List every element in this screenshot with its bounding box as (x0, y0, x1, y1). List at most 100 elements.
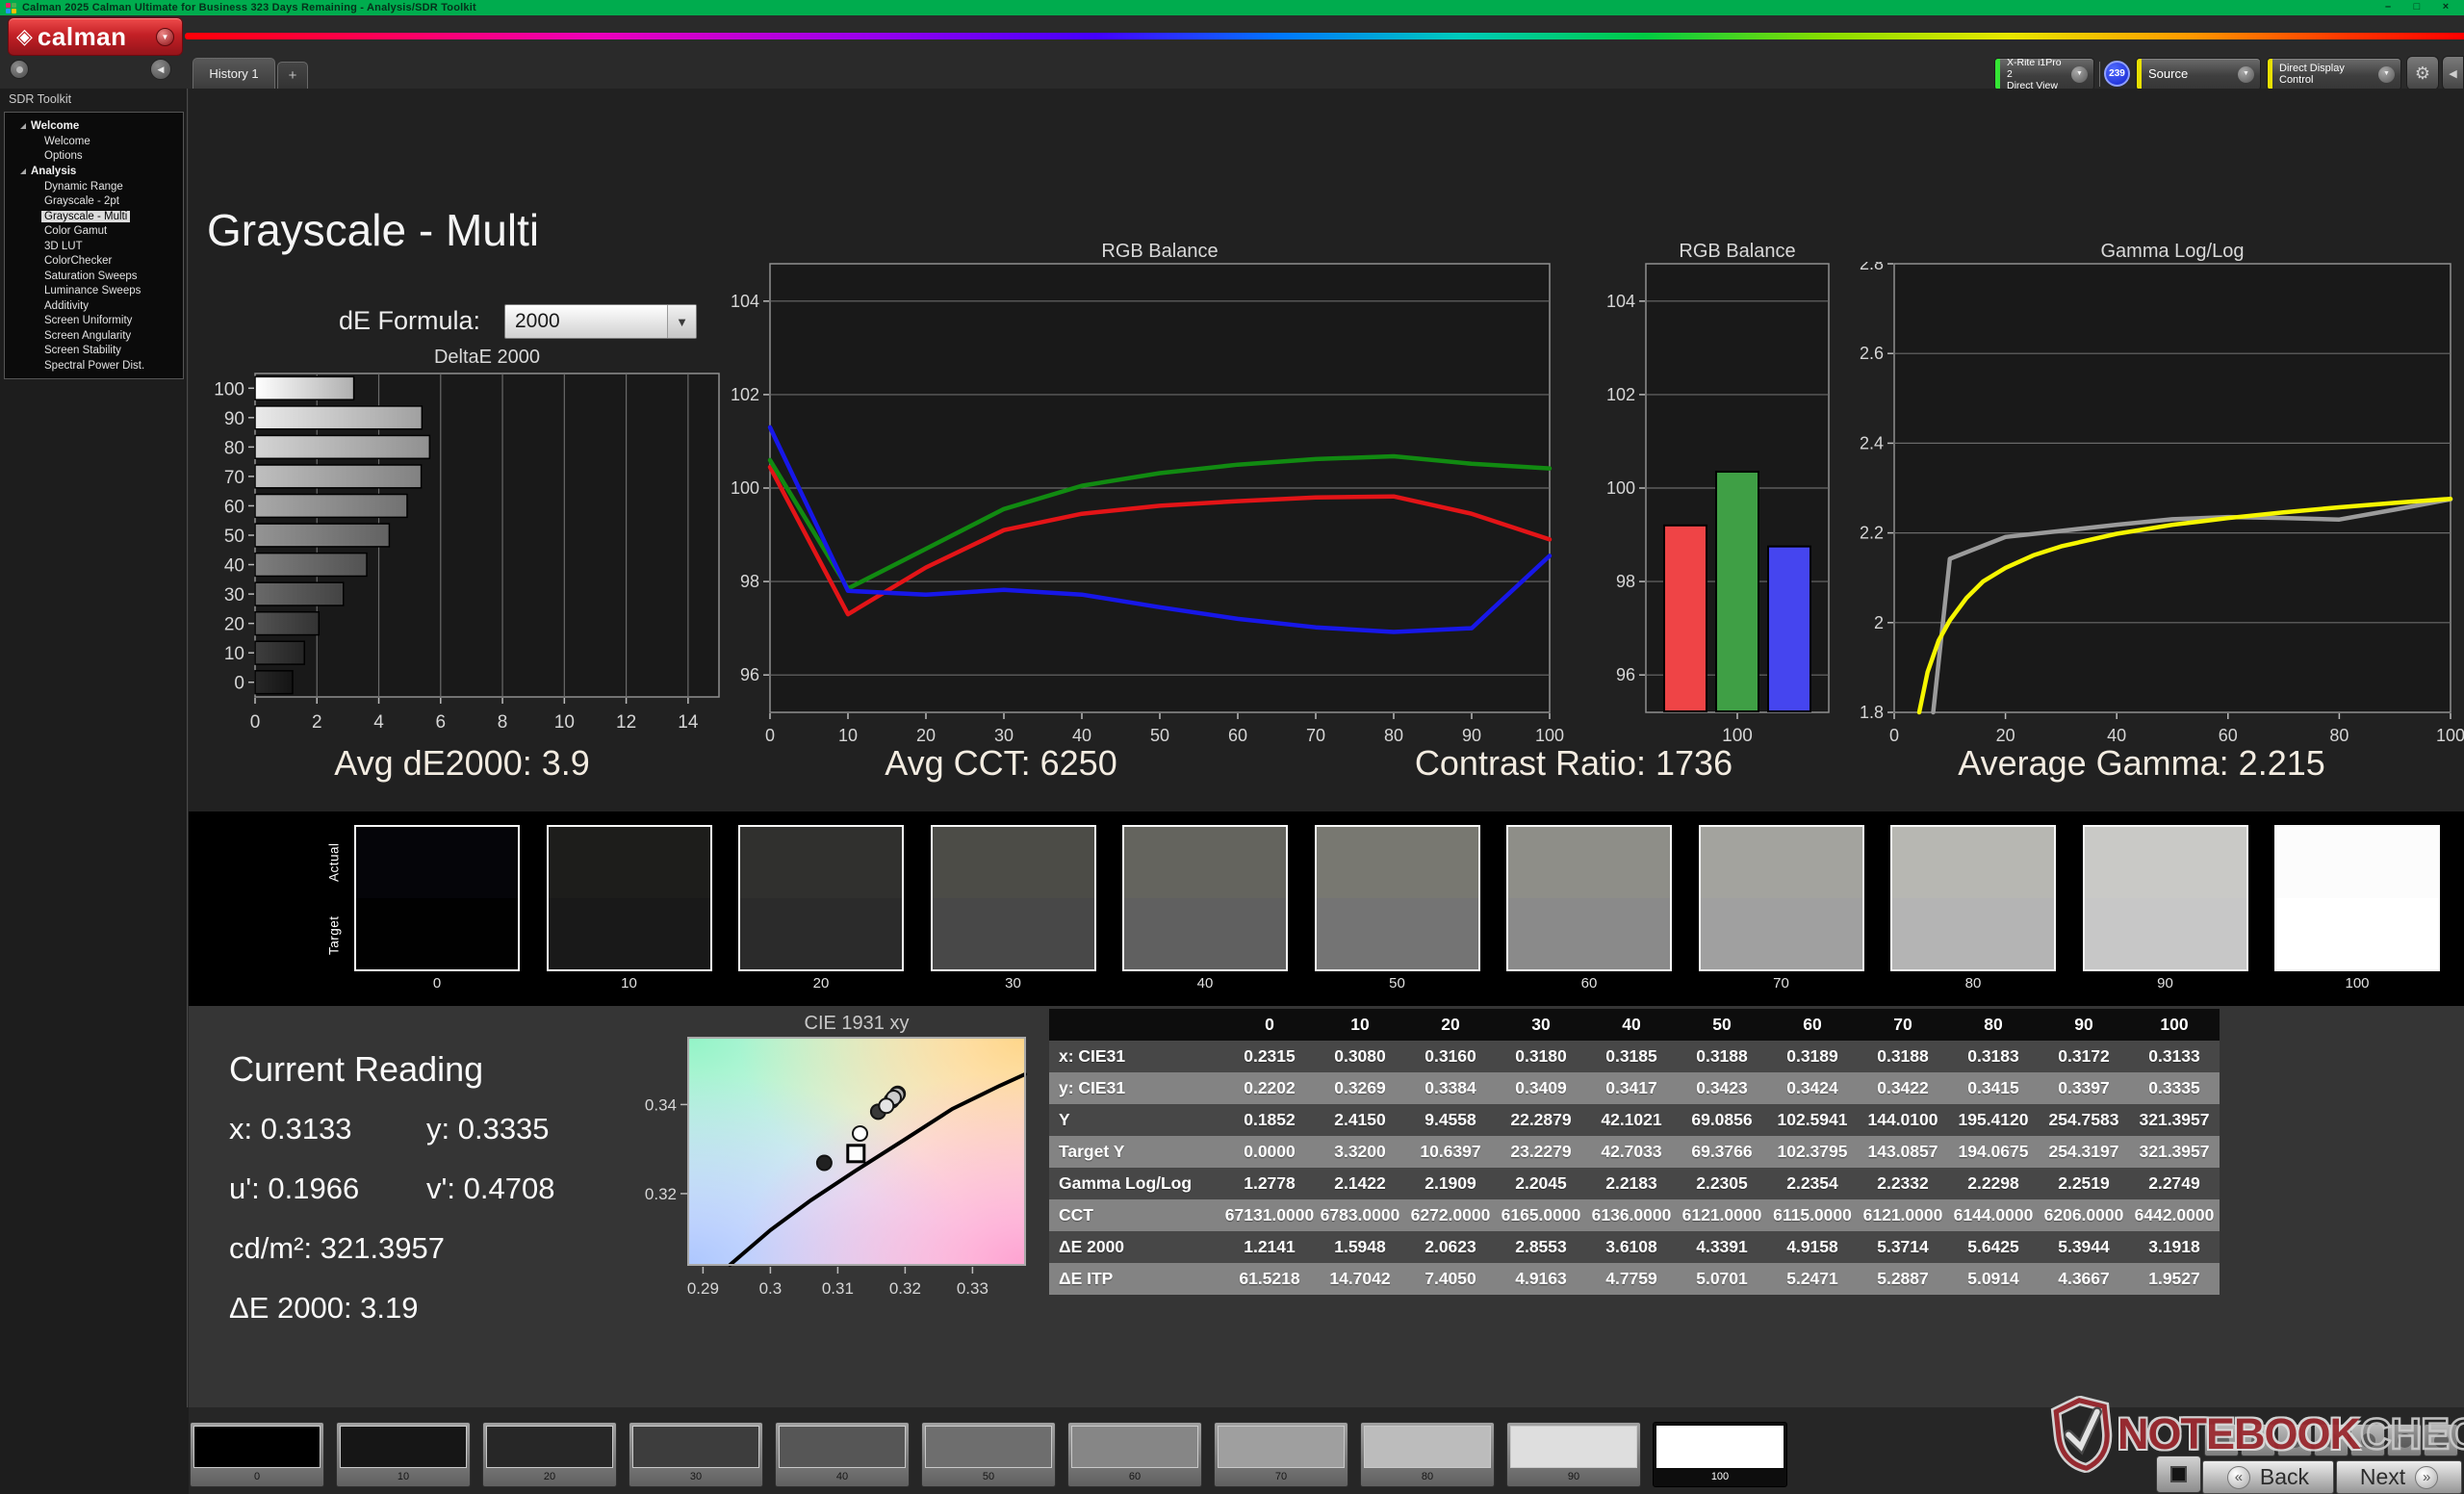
current-reading-v: v': 0.4708 (426, 1172, 555, 1205)
sidebar-item-color-gamut[interactable]: Color Gamut (9, 224, 183, 240)
meter-accent (1995, 59, 2000, 90)
svg-text:30: 30 (994, 726, 1014, 743)
patch-button-90[interactable]: 90 (1506, 1422, 1641, 1487)
calman-menu-button[interactable]: ◈ calman ▼ (8, 17, 183, 56)
svg-text:0: 0 (1889, 726, 1899, 743)
patch-button-30[interactable]: 30 (629, 1422, 763, 1487)
sidebar-item-grayscale-multi[interactable]: Grayscale - Multi (9, 209, 183, 224)
table-cell: 0.3269 (1315, 1072, 1405, 1104)
meter-toolbar-button[interactable] (2241, 1424, 2275, 1456)
current-reading-u: u': 0.1966 (229, 1172, 360, 1205)
tree-expander-icon[interactable] (20, 168, 26, 174)
chevron-left-icon: ◀ (2449, 67, 2457, 80)
sidebar-item-additivity[interactable]: Additivity (9, 298, 183, 314)
svg-text:0: 0 (250, 712, 261, 733)
row-label: Gamma Log/Log (1049, 1168, 1224, 1199)
patch-button-50[interactable]: 50 (921, 1422, 1056, 1487)
table-cell: 6144.0000 (1948, 1199, 2039, 1231)
meter-toolbar-button[interactable] (2204, 1424, 2239, 1456)
table-cell: 2.1909 (1405, 1168, 1496, 1199)
stop-measure-button[interactable] (2156, 1455, 2201, 1493)
svg-text:10: 10 (554, 712, 575, 733)
patch-button-0[interactable]: 0 (190, 1422, 324, 1487)
meter-toolbar-button[interactable] (2314, 1424, 2348, 1456)
patch-label: 10 (397, 1471, 410, 1482)
meter-toolbar (2204, 1424, 2458, 1456)
table-cell: 0.3172 (2039, 1041, 2129, 1072)
tab-history-1[interactable]: History 1 (192, 58, 275, 89)
meter-toolbar-button[interactable] (2350, 1424, 2385, 1456)
collapse-sidebar-button[interactable]: ◀ (150, 59, 171, 80)
meter-toolbar-button[interactable] (2277, 1424, 2312, 1456)
svg-text:104: 104 (1606, 292, 1635, 311)
ramp-swatch-10 (546, 825, 712, 971)
table-cell: 9.4558 (1405, 1104, 1496, 1136)
sidebar-item-welcome[interactable]: Welcome (9, 134, 183, 149)
calman-logo-text: calman (37, 21, 127, 51)
svg-text:6: 6 (436, 712, 447, 733)
display-control-label: Direct Display Control (2279, 63, 2345, 86)
sidebar-item-grayscale-2pt[interactable]: Grayscale - 2pt (9, 194, 183, 210)
patch-swatch (340, 1426, 467, 1468)
back-button[interactable]: « Back (2202, 1460, 2334, 1494)
meter-toolbar-button[interactable] (2424, 1424, 2458, 1456)
chevron-left-icon: ◀ (157, 64, 165, 74)
table-cell: 0.3188 (1858, 1041, 1948, 1072)
ramp-label-90: 90 (2157, 975, 2173, 992)
de-formula-select[interactable]: 2000 ▼ (504, 304, 697, 339)
collapse-panel-button[interactable]: ◀ (2442, 56, 2464, 90)
sidebar-item-options[interactable]: Options (9, 149, 183, 165)
tree-section-welcome[interactable]: Welcome (9, 118, 183, 134)
patch-swatch (925, 1426, 1052, 1468)
tree-expander-icon[interactable] (20, 123, 26, 129)
meter-dropdown[interactable]: X-Rite i1Pro 2 Direct View ▼ (1994, 58, 2094, 90)
patch-swatch (779, 1426, 906, 1468)
table-cell: 42.1021 (1586, 1104, 1677, 1136)
table-cell: 6121.0000 (1677, 1199, 1767, 1231)
close-button[interactable]: × (2431, 0, 2460, 15)
minimize-button[interactable]: – (2374, 0, 2402, 15)
patch-button-60[interactable]: 60 (1067, 1422, 1202, 1487)
sidebar-item-dynamic-range[interactable]: Dynamic Range (9, 179, 183, 194)
patch-button-10[interactable]: 10 (336, 1422, 471, 1487)
table-cell: 3.1918 (2129, 1231, 2220, 1263)
sidebar-item-3d-lut[interactable]: 3D LUT (9, 239, 183, 254)
table-cell: 0.3185 (1586, 1041, 1677, 1072)
next-button[interactable]: Next » (2336, 1460, 2462, 1494)
plus-icon: + (288, 67, 297, 84)
maximize-button[interactable]: □ (2402, 0, 2431, 15)
display-control-dropdown[interactable]: Direct Display Control ▼ (2267, 58, 2401, 90)
sidebar-item-spectral-power-dist-[interactable]: Spectral Power Dist. (9, 358, 183, 374)
page-title: Grayscale - Multi (207, 205, 540, 255)
meter-count-badge[interactable]: 239 (2104, 61, 2130, 87)
session-indicator-button[interactable] (10, 60, 29, 79)
chevrons-right-icon: » (2415, 1465, 2439, 1489)
ramp-label-60: 60 (1580, 975, 1598, 992)
meter-toolbar-button[interactable] (2387, 1424, 2422, 1456)
sidebar-item-colorchecker[interactable]: ColorChecker (9, 254, 183, 270)
patch-label: 0 (253, 1471, 261, 1482)
toolbar-glyph-icon (2397, 1432, 2412, 1448)
settings-button[interactable]: ⚙ (2406, 56, 2439, 90)
divider (2099, 62, 2100, 87)
patch-button-70[interactable]: 70 (1214, 1422, 1348, 1487)
svg-text:0.33: 0.33 (957, 1279, 988, 1298)
table-cell: 2.2298 (1948, 1168, 2039, 1199)
table-cell: 321.3957 (2129, 1136, 2220, 1168)
patch-button-80[interactable]: 80 (1360, 1422, 1495, 1487)
table-cell: 6165.0000 (1496, 1199, 1586, 1231)
source-dropdown[interactable]: Source ▼ (2136, 58, 2261, 90)
sidebar-item-saturation-sweeps[interactable]: Saturation Sweeps (9, 269, 183, 284)
svg-text:104: 104 (731, 292, 759, 311)
patch-button-20[interactable]: 20 (482, 1422, 617, 1487)
patch-button-100[interactable]: 100 (1653, 1422, 1787, 1487)
add-tab-button[interactable]: + (277, 62, 308, 89)
toolbar-glyph-icon (2433, 1432, 2449, 1448)
tree-section-analysis[interactable]: Analysis (9, 164, 183, 179)
sidebar-item-screen-angularity[interactable]: Screen Angularity (9, 328, 183, 344)
sidebar-item-screen-uniformity[interactable]: Screen Uniformity (9, 314, 183, 329)
sidebar-item-luminance-sweeps[interactable]: Luminance Sweeps (9, 284, 183, 299)
patch-button-40[interactable]: 40 (775, 1422, 910, 1487)
sidebar-item-screen-stability[interactable]: Screen Stability (9, 344, 183, 359)
svg-text:12: 12 (616, 712, 636, 733)
